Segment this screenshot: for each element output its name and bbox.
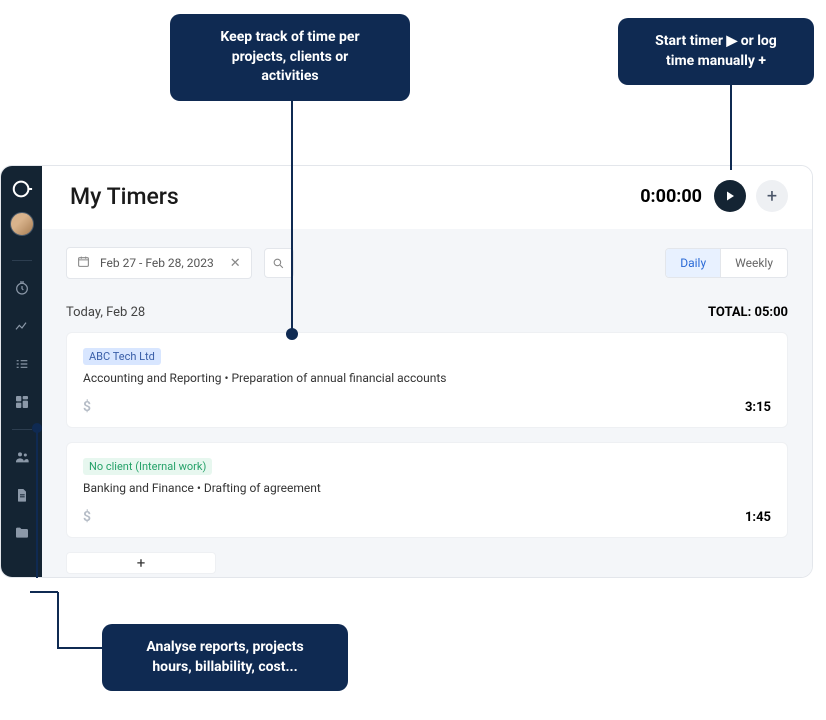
entry-list: ABC Tech Ltd Accounting and Reporting • P… bbox=[66, 332, 788, 538]
callout-reports-line-v2 bbox=[36, 430, 38, 578]
entry-description: Banking and Finance • Drafting of agreem… bbox=[83, 481, 771, 495]
clear-date-icon[interactable]: ✕ bbox=[224, 256, 241, 271]
nav-list-icon[interactable] bbox=[8, 350, 36, 378]
toolbar: Feb 27 - Feb 28, 2023 ✕ Daily Weekly bbox=[66, 247, 788, 279]
view-toggle: Daily Weekly bbox=[665, 248, 788, 278]
callout-reports-line-h bbox=[57, 647, 104, 649]
callout-track-dot bbox=[286, 328, 298, 340]
main-panel: My Timers 0:00:00 + Feb 27 - Feb 28, 202… bbox=[42, 166, 812, 577]
callout-track: Keep track of time per projects, clients… bbox=[170, 14, 410, 101]
callout-reports-line-v bbox=[57, 592, 59, 647]
client-tag: ABC Tech Ltd bbox=[83, 348, 161, 365]
nav-dashboard-icon[interactable] bbox=[8, 388, 36, 416]
time-entry[interactable]: No client (Internal work) Banking and Fin… bbox=[66, 442, 788, 538]
entry-duration: 1:45 bbox=[745, 510, 771, 525]
nav-trend-icon[interactable] bbox=[8, 312, 36, 340]
nav-doc-icon[interactable] bbox=[8, 481, 36, 509]
callout-track-line bbox=[291, 98, 293, 330]
nav-team-icon[interactable] bbox=[8, 443, 36, 471]
page-title: My Timers bbox=[70, 183, 640, 210]
callout-reports-line-h2 bbox=[30, 591, 58, 593]
client-tag: No client (Internal work) bbox=[83, 458, 212, 475]
calendar-icon bbox=[77, 255, 90, 271]
entry-duration: 3:15 bbox=[745, 400, 771, 415]
nav-folder-icon[interactable] bbox=[8, 519, 36, 547]
app-window: My Timers 0:00:00 + Feb 27 - Feb 28, 202… bbox=[0, 165, 813, 578]
time-entry[interactable]: ABC Tech Ltd Accounting and Reporting • P… bbox=[66, 332, 788, 428]
sidebar-divider-2 bbox=[12, 429, 32, 430]
add-time-button[interactable]: + bbox=[756, 180, 788, 212]
search-button[interactable] bbox=[264, 248, 294, 278]
view-weekly-tab[interactable]: Weekly bbox=[721, 249, 787, 277]
callout-timer: Start timer ▶ or log time manually + bbox=[618, 18, 814, 85]
day-total: TOTAL: 05:00 bbox=[708, 305, 788, 320]
billable-icon[interactable]: $ bbox=[83, 399, 91, 415]
view-daily-tab[interactable]: Daily bbox=[666, 249, 721, 277]
entry-description: Accounting and Reporting • Preparation o… bbox=[83, 371, 771, 385]
callout-timer-line bbox=[730, 74, 732, 170]
header: My Timers 0:00:00 + bbox=[42, 166, 812, 229]
logo-icon[interactable] bbox=[11, 178, 33, 200]
sidebar-divider bbox=[12, 260, 32, 261]
timer-display: 0:00:00 bbox=[640, 186, 702, 207]
callout-reports: Analyse reports, projects hours, billabi… bbox=[102, 624, 348, 691]
date-range-text: Feb 27 - Feb 28, 2023 bbox=[100, 256, 214, 270]
add-entry-button[interactable]: + bbox=[66, 552, 216, 574]
nav-timer-icon[interactable] bbox=[8, 274, 36, 302]
content-area: Feb 27 - Feb 28, 2023 ✕ Daily Weekly Tod… bbox=[42, 229, 812, 577]
billable-icon[interactable]: $ bbox=[83, 509, 91, 525]
day-label: Today, Feb 28 bbox=[66, 305, 145, 320]
start-timer-button[interactable] bbox=[714, 180, 746, 212]
avatar[interactable] bbox=[10, 212, 34, 236]
day-header: Today, Feb 28 TOTAL: 05:00 bbox=[66, 305, 788, 320]
date-range-picker[interactable]: Feb 27 - Feb 28, 2023 ✕ bbox=[66, 247, 252, 279]
